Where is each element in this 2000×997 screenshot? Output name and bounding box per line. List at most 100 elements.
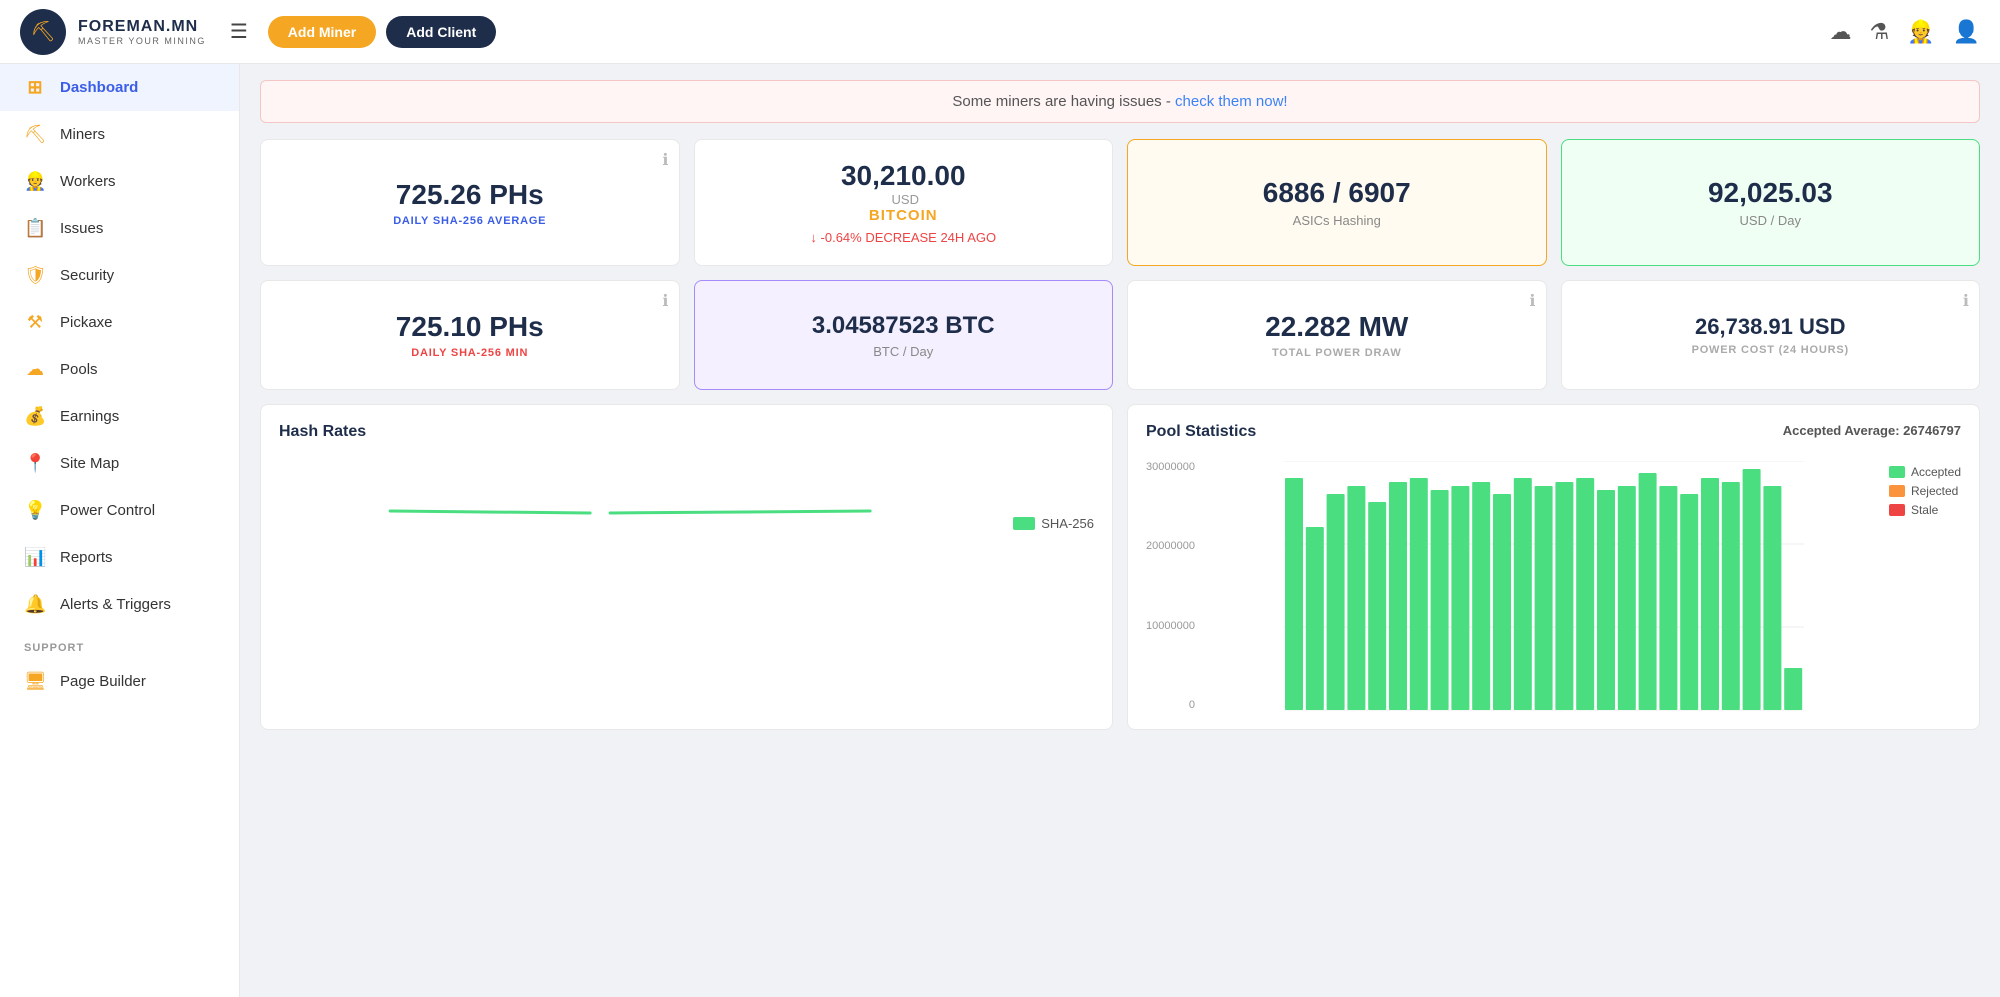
info-icon-1[interactable]: ℹ (662, 150, 668, 170)
bitcoin-decrease: ↓ -0.64% DECREASE 24H AGO (810, 230, 996, 245)
layout: ⊞ Dashboard ⛏ Miners 👷 Workers 📋 Issues … (0, 64, 2000, 997)
sidebar-item-sitemap[interactable]: 📍 Site Map (0, 440, 239, 487)
asics-label: ASICs Hashing (1293, 213, 1381, 228)
bitcoin-label: BITCOIN (869, 207, 938, 224)
pagebuilder-icon: 🖥 (24, 671, 46, 692)
stats-row-1: ℹ 725.26 PHs DAILY SHA-256 AVERAGE 30,21… (260, 139, 1980, 266)
alert-link[interactable]: check them now! (1175, 93, 1288, 110)
legend-rejected: Rejected (1889, 484, 1961, 498)
power-draw-value: 22.282 MW (1265, 311, 1408, 343)
sidebar-label-miners: Miners (60, 126, 105, 143)
add-client-button[interactable]: Add Client (386, 16, 496, 48)
sidebar-label-pickaxe: Pickaxe (60, 314, 113, 331)
pickaxe-icon: ⚒ (24, 312, 46, 333)
miners-icon: ⛏ (24, 124, 46, 145)
alerts-icon: 🔔 (24, 594, 46, 615)
add-miner-button[interactable]: Add Miner (268, 16, 376, 48)
sidebar-item-power[interactable]: 💡 Power Control (0, 487, 239, 534)
info-icon-7[interactable]: ℹ (1529, 291, 1535, 311)
security-icon: 🛡 (24, 265, 46, 286)
info-icon-5[interactable]: ℹ (662, 291, 668, 311)
power-icon: 💡 (24, 500, 46, 521)
sidebar-label-sitemap: Site Map (60, 455, 119, 472)
reports-icon: 📊 (24, 547, 46, 568)
sidebar-item-miners[interactable]: ⛏ Miners (0, 111, 239, 158)
y-label-20m: 20000000 (1146, 540, 1195, 552)
logo-text: FOREMAN.MN MASTER YOUR MINING (78, 18, 206, 46)
y-label-10m: 10000000 (1146, 620, 1195, 632)
usd-day-label: USD / Day (1740, 213, 1801, 228)
sidebar-label-security: Security (60, 267, 114, 284)
charts-row: Hash Rates SHA-256 (260, 404, 1980, 730)
y-axis: 30000000 20000000 10000000 0 (1146, 461, 1199, 711)
bitcoin-unit: USD (892, 192, 919, 207)
dashboard-icon: ⊞ (24, 77, 46, 98)
filter-icon[interactable]: ⚗ (1869, 19, 1889, 45)
pool-chart-body: 30000000 20000000 10000000 0 (1146, 461, 1961, 711)
usd-day-value: 92,025.03 (1708, 177, 1833, 209)
user-icon[interactable]: 👤 (1953, 19, 1980, 45)
sha256-swatch (1013, 517, 1035, 530)
stats-row-2: ℹ 725.10 PHs DAILY SHA-256 MIN 3.0458752… (260, 280, 1980, 390)
topnav: ⛏ FOREMAN.MN MASTER YOUR MINING ☰ Add Mi… (0, 0, 2000, 64)
hashrate-avg-value: 725.26 PHs (396, 179, 544, 211)
sidebar-item-alerts[interactable]: 🔔 Alerts & Triggers (0, 581, 239, 628)
issues-icon: 📋 (24, 218, 46, 239)
sitemap-icon: 📍 (24, 453, 46, 474)
accepted-avg: Accepted Average: 26746797 (1783, 423, 1961, 438)
stat-card-power-cost: ℹ 26,738.91 USD POWER COST (24 HOURS) (1561, 280, 1981, 390)
sidebar-item-earnings[interactable]: 💰 Earnings (0, 393, 239, 440)
stat-card-asics: 6886 / 6907 ASICs Hashing (1127, 139, 1547, 266)
sidebar-item-dashboard[interactable]: ⊞ Dashboard (0, 64, 239, 111)
y-label-30m: 30000000 (1146, 461, 1195, 473)
bar-chart-area (1207, 461, 1881, 711)
sidebar-item-reports[interactable]: 📊 Reports (0, 534, 239, 581)
asics-value: 6886 / 6907 (1263, 177, 1411, 209)
sidebar-item-pickaxe[interactable]: ⚒ Pickaxe (0, 299, 239, 346)
legend-accepted: Accepted (1889, 465, 1961, 479)
sidebar-label-earnings: Earnings (60, 408, 119, 425)
accepted-avg-label: Accepted Average: (1783, 423, 1900, 438)
btc-day-label: BTC / Day (873, 344, 933, 359)
stat-card-usd-day: 92,025.03 USD / Day (1561, 139, 1981, 266)
stale-label: Stale (1911, 503, 1938, 517)
sidebar-label-issues: Issues (60, 220, 103, 237)
power-draw-label: TOTAL POWER DRAW (1272, 347, 1402, 359)
logo-icon: ⛏ (20, 9, 66, 55)
hashrate-min-value: 725.10 PHs (396, 311, 544, 343)
rejected-swatch (1889, 485, 1905, 497)
logo-title: FOREMAN.MN (78, 18, 206, 36)
pool-chart-legend: Accepted Rejected Stale (1889, 461, 1961, 711)
rejected-label: Rejected (1911, 484, 1958, 498)
pool-chart-title: Pool Statistics (1146, 423, 1256, 441)
sidebar-item-pools[interactable]: ☁ Pools (0, 346, 239, 393)
stat-card-hashrate-avg: ℹ 725.26 PHs DAILY SHA-256 AVERAGE (260, 139, 680, 266)
sidebar-item-workers[interactable]: 👷 Workers (0, 158, 239, 205)
sidebar: ⊞ Dashboard ⛏ Miners 👷 Workers 📋 Issues … (0, 64, 240, 997)
stat-card-btc-day: 3.04587523 BTC BTC / Day (694, 280, 1114, 390)
accepted-swatch (1889, 466, 1905, 478)
nav-right: ☁ ⚗ 👷 👤 (1829, 19, 1980, 45)
legend-stale: Stale (1889, 503, 1961, 517)
worker-icon[interactable]: 👷 (1907, 19, 1934, 45)
hashrate-avg-label: DAILY SHA-256 AVERAGE (393, 215, 546, 227)
pool-bar-svg (1207, 461, 1881, 711)
sidebar-item-pagebuilder[interactable]: 🖥 Page Builder (0, 658, 239, 705)
sidebar-item-issues[interactable]: 📋 Issues (0, 205, 239, 252)
accepted-avg-value: 26746797 (1903, 423, 1961, 438)
sidebar-item-security[interactable]: 🛡 Security (0, 252, 239, 299)
sidebar-label-alerts: Alerts & Triggers (60, 596, 171, 613)
hashrate-chart-card: Hash Rates SHA-256 (260, 404, 1113, 730)
sidebar-label-reports: Reports (60, 549, 113, 566)
alert-text: Some miners are having issues - (952, 93, 1175, 110)
stale-swatch (1889, 504, 1905, 516)
stat-card-bitcoin: 30,210.00 USD BITCOIN ↓ -0.64% DECREASE … (694, 139, 1114, 266)
pool-chart-header: Pool Statistics Accepted Average: 267467… (1146, 423, 1961, 453)
info-icon-8[interactable]: ℹ (1963, 291, 1969, 311)
cloud-icon[interactable]: ☁ (1829, 19, 1851, 45)
hamburger-icon[interactable]: ☰ (230, 19, 248, 44)
earnings-icon: 💰 (24, 406, 46, 427)
pools-icon: ☁ (24, 359, 46, 380)
btc-day-value: 3.04587523 BTC (812, 312, 995, 340)
alert-banner: Some miners are having issues - check th… (260, 80, 1980, 123)
